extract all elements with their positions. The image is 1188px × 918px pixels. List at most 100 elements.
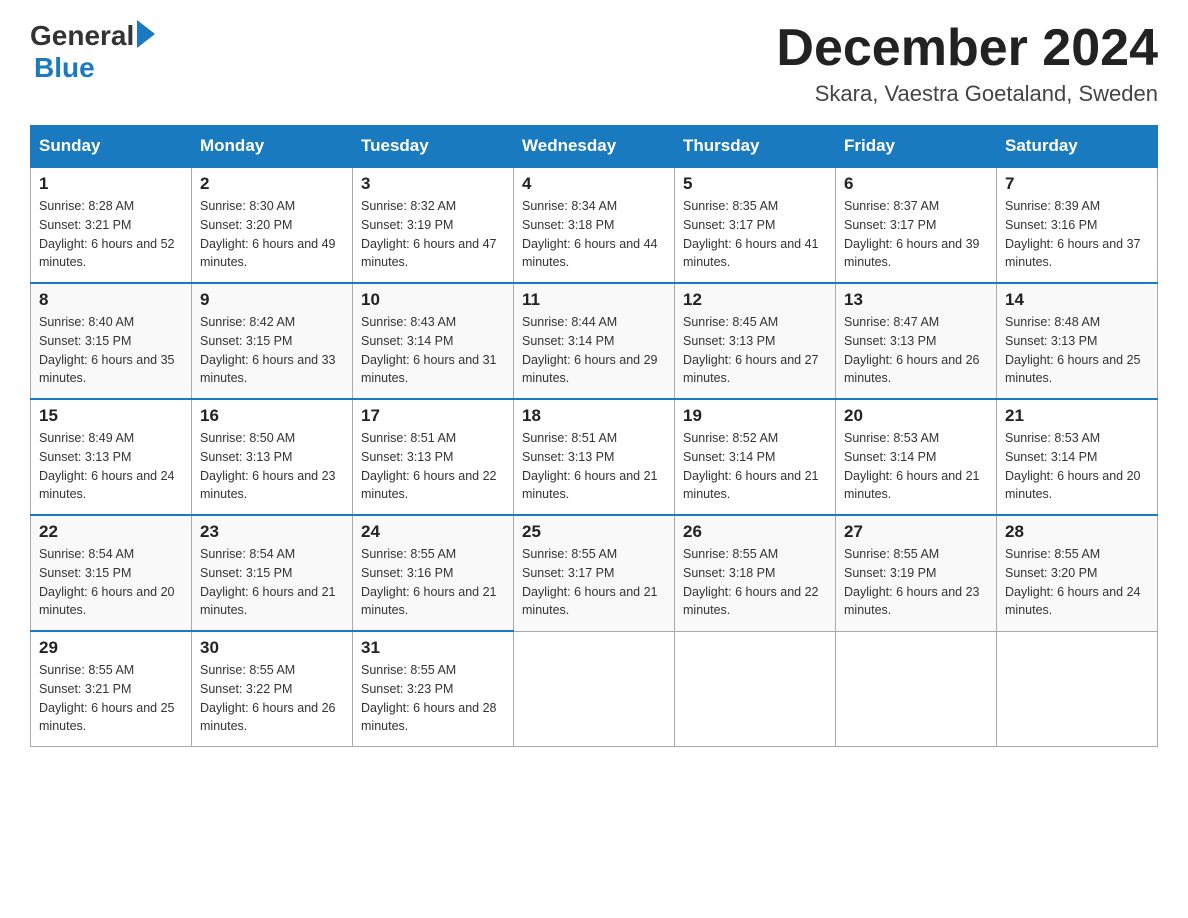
day-number: 10 bbox=[361, 290, 505, 310]
day-info: Sunrise: 8:50 AMSunset: 3:13 PMDaylight:… bbox=[200, 429, 344, 504]
day-cell-16: 16 Sunrise: 8:50 AMSunset: 3:13 PMDayligh… bbox=[192, 399, 353, 515]
day-cell-29: 29 Sunrise: 8:55 AMSunset: 3:21 PMDayligh… bbox=[31, 631, 192, 747]
logo-text: General bbox=[30, 20, 155, 52]
day-info: Sunrise: 8:55 AMSunset: 3:17 PMDaylight:… bbox=[522, 545, 666, 620]
header-tuesday: Tuesday bbox=[353, 126, 514, 168]
header-row: SundayMondayTuesdayWednesdayThursdayFrid… bbox=[31, 126, 1158, 168]
day-number: 2 bbox=[200, 174, 344, 194]
day-cell-5: 5Sunrise: 8:35 AMSunset: 3:17 PMDaylight… bbox=[675, 167, 836, 283]
day-cell-17: 17 Sunrise: 8:51 AMSunset: 3:13 PMDayligh… bbox=[353, 399, 514, 515]
week-row-5: 29 Sunrise: 8:55 AMSunset: 3:21 PMDayligh… bbox=[31, 631, 1158, 747]
day-info: Sunrise: 8:42 AMSunset: 3:15 PMDaylight:… bbox=[200, 313, 344, 388]
header-friday: Friday bbox=[836, 126, 997, 168]
empty-cell bbox=[514, 631, 675, 747]
day-number: 25 bbox=[522, 522, 666, 542]
day-number: 8 bbox=[39, 290, 183, 310]
day-number: 23 bbox=[200, 522, 344, 542]
day-number: 7 bbox=[1005, 174, 1149, 194]
logo-general-text: General bbox=[30, 20, 134, 52]
day-info: Sunrise: 8:44 AMSunset: 3:14 PMDaylight:… bbox=[522, 313, 666, 388]
title-block: December 2024 Skara, Vaestra Goetaland, … bbox=[776, 20, 1158, 107]
header-sunday: Sunday bbox=[31, 126, 192, 168]
empty-cell bbox=[836, 631, 997, 747]
logo: General Blue bbox=[30, 20, 155, 84]
day-number: 24 bbox=[361, 522, 505, 542]
day-info: Sunrise: 8:51 AMSunset: 3:13 PMDaylight:… bbox=[522, 429, 666, 504]
day-number: 20 bbox=[844, 406, 988, 426]
day-cell-22: 22 Sunrise: 8:54 AMSunset: 3:15 PMDayligh… bbox=[31, 515, 192, 631]
day-cell-28: 28 Sunrise: 8:55 AMSunset: 3:20 PMDayligh… bbox=[997, 515, 1158, 631]
day-info: Sunrise: 8:37 AMSunset: 3:17 PMDaylight:… bbox=[844, 197, 988, 272]
day-info: Sunrise: 8:55 AMSunset: 3:23 PMDaylight:… bbox=[361, 661, 505, 736]
day-cell-18: 18 Sunrise: 8:51 AMSunset: 3:13 PMDayligh… bbox=[514, 399, 675, 515]
day-info: Sunrise: 8:34 AMSunset: 3:18 PMDaylight:… bbox=[522, 197, 666, 272]
day-info: Sunrise: 8:39 AMSunset: 3:16 PMDaylight:… bbox=[1005, 197, 1149, 272]
day-number: 18 bbox=[522, 406, 666, 426]
day-info: Sunrise: 8:40 AMSunset: 3:15 PMDaylight:… bbox=[39, 313, 183, 388]
day-number: 19 bbox=[683, 406, 827, 426]
day-info: Sunrise: 8:54 AMSunset: 3:15 PMDaylight:… bbox=[39, 545, 183, 620]
day-cell-24: 24 Sunrise: 8:55 AMSunset: 3:16 PMDayligh… bbox=[353, 515, 514, 631]
week-row-3: 15Sunrise: 8:49 AMSunset: 3:13 PMDayligh… bbox=[31, 399, 1158, 515]
month-title: December 2024 bbox=[776, 20, 1158, 77]
day-number: 29 bbox=[39, 638, 183, 658]
day-info: Sunrise: 8:48 AMSunset: 3:13 PMDaylight:… bbox=[1005, 313, 1149, 388]
empty-cell bbox=[675, 631, 836, 747]
header-monday: Monday bbox=[192, 126, 353, 168]
day-info: Sunrise: 8:55 AMSunset: 3:22 PMDaylight:… bbox=[200, 661, 344, 736]
day-info: Sunrise: 8:51 AMSunset: 3:13 PMDaylight:… bbox=[361, 429, 505, 504]
day-number: 9 bbox=[200, 290, 344, 310]
day-cell-20: 20 Sunrise: 8:53 AMSunset: 3:14 PMDayligh… bbox=[836, 399, 997, 515]
day-number: 14 bbox=[1005, 290, 1149, 310]
day-info: Sunrise: 8:55 AMSunset: 3:16 PMDaylight:… bbox=[361, 545, 505, 620]
day-cell-8: 8 Sunrise: 8:40 AMSunset: 3:15 PMDaylight… bbox=[31, 283, 192, 399]
day-info: Sunrise: 8:47 AMSunset: 3:13 PMDaylight:… bbox=[844, 313, 988, 388]
week-row-2: 8 Sunrise: 8:40 AMSunset: 3:15 PMDaylight… bbox=[31, 283, 1158, 399]
day-info: Sunrise: 8:55 AMSunset: 3:20 PMDaylight:… bbox=[1005, 545, 1149, 620]
day-info: Sunrise: 8:35 AMSunset: 3:17 PMDaylight:… bbox=[683, 197, 827, 272]
week-row-4: 22 Sunrise: 8:54 AMSunset: 3:15 PMDayligh… bbox=[31, 515, 1158, 631]
day-info: Sunrise: 8:45 AMSunset: 3:13 PMDaylight:… bbox=[683, 313, 827, 388]
day-info: Sunrise: 8:55 AMSunset: 3:18 PMDaylight:… bbox=[683, 545, 827, 620]
day-number: 16 bbox=[200, 406, 344, 426]
day-number: 12 bbox=[683, 290, 827, 310]
day-cell-10: 10Sunrise: 8:43 AMSunset: 3:14 PMDayligh… bbox=[353, 283, 514, 399]
logo-arrow-icon bbox=[137, 20, 155, 48]
day-number: 30 bbox=[200, 638, 344, 658]
day-info: Sunrise: 8:28 AMSunset: 3:21 PMDaylight:… bbox=[39, 197, 183, 272]
calendar-table: SundayMondayTuesdayWednesdayThursdayFrid… bbox=[30, 125, 1158, 747]
day-cell-4: 4Sunrise: 8:34 AMSunset: 3:18 PMDaylight… bbox=[514, 167, 675, 283]
page-header: General Blue December 2024 Skara, Vaestr… bbox=[30, 20, 1158, 107]
day-number: 3 bbox=[361, 174, 505, 194]
day-info: Sunrise: 8:53 AMSunset: 3:14 PMDaylight:… bbox=[1005, 429, 1149, 504]
day-number: 6 bbox=[844, 174, 988, 194]
logo-blue-text: Blue bbox=[34, 52, 95, 83]
week-row-1: 1 Sunrise: 8:28 AMSunset: 3:21 PMDaylight… bbox=[31, 167, 1158, 283]
day-number: 21 bbox=[1005, 406, 1149, 426]
day-number: 28 bbox=[1005, 522, 1149, 542]
day-number: 1 bbox=[39, 174, 183, 194]
day-number: 17 bbox=[361, 406, 505, 426]
day-cell-30: 30 Sunrise: 8:55 AMSunset: 3:22 PMDayligh… bbox=[192, 631, 353, 747]
day-cell-14: 14 Sunrise: 8:48 AMSunset: 3:13 PMDayligh… bbox=[997, 283, 1158, 399]
day-cell-3: 3Sunrise: 8:32 AMSunset: 3:19 PMDaylight… bbox=[353, 167, 514, 283]
day-info: Sunrise: 8:30 AMSunset: 3:20 PMDaylight:… bbox=[200, 197, 344, 272]
day-cell-25: 25 Sunrise: 8:55 AMSunset: 3:17 PMDayligh… bbox=[514, 515, 675, 631]
day-cell-12: 12 Sunrise: 8:45 AMSunset: 3:13 PMDayligh… bbox=[675, 283, 836, 399]
day-cell-2: 2 Sunrise: 8:30 AMSunset: 3:20 PMDaylight… bbox=[192, 167, 353, 283]
day-number: 27 bbox=[844, 522, 988, 542]
day-number: 22 bbox=[39, 522, 183, 542]
day-number: 11 bbox=[522, 290, 666, 310]
day-info: Sunrise: 8:54 AMSunset: 3:15 PMDaylight:… bbox=[200, 545, 344, 620]
day-info: Sunrise: 8:55 AMSunset: 3:19 PMDaylight:… bbox=[844, 545, 988, 620]
day-info: Sunrise: 8:53 AMSunset: 3:14 PMDaylight:… bbox=[844, 429, 988, 504]
day-cell-27: 27 Sunrise: 8:55 AMSunset: 3:19 PMDayligh… bbox=[836, 515, 997, 631]
header-saturday: Saturday bbox=[997, 126, 1158, 168]
day-cell-13: 13Sunrise: 8:47 AMSunset: 3:13 PMDayligh… bbox=[836, 283, 997, 399]
day-info: Sunrise: 8:55 AMSunset: 3:21 PMDaylight:… bbox=[39, 661, 183, 736]
day-cell-6: 6 Sunrise: 8:37 AMSunset: 3:17 PMDaylight… bbox=[836, 167, 997, 283]
day-cell-9: 9 Sunrise: 8:42 AMSunset: 3:15 PMDaylight… bbox=[192, 283, 353, 399]
day-info: Sunrise: 8:52 AMSunset: 3:14 PMDaylight:… bbox=[683, 429, 827, 504]
day-cell-11: 11 Sunrise: 8:44 AMSunset: 3:14 PMDayligh… bbox=[514, 283, 675, 399]
day-cell-15: 15Sunrise: 8:49 AMSunset: 3:13 PMDayligh… bbox=[31, 399, 192, 515]
